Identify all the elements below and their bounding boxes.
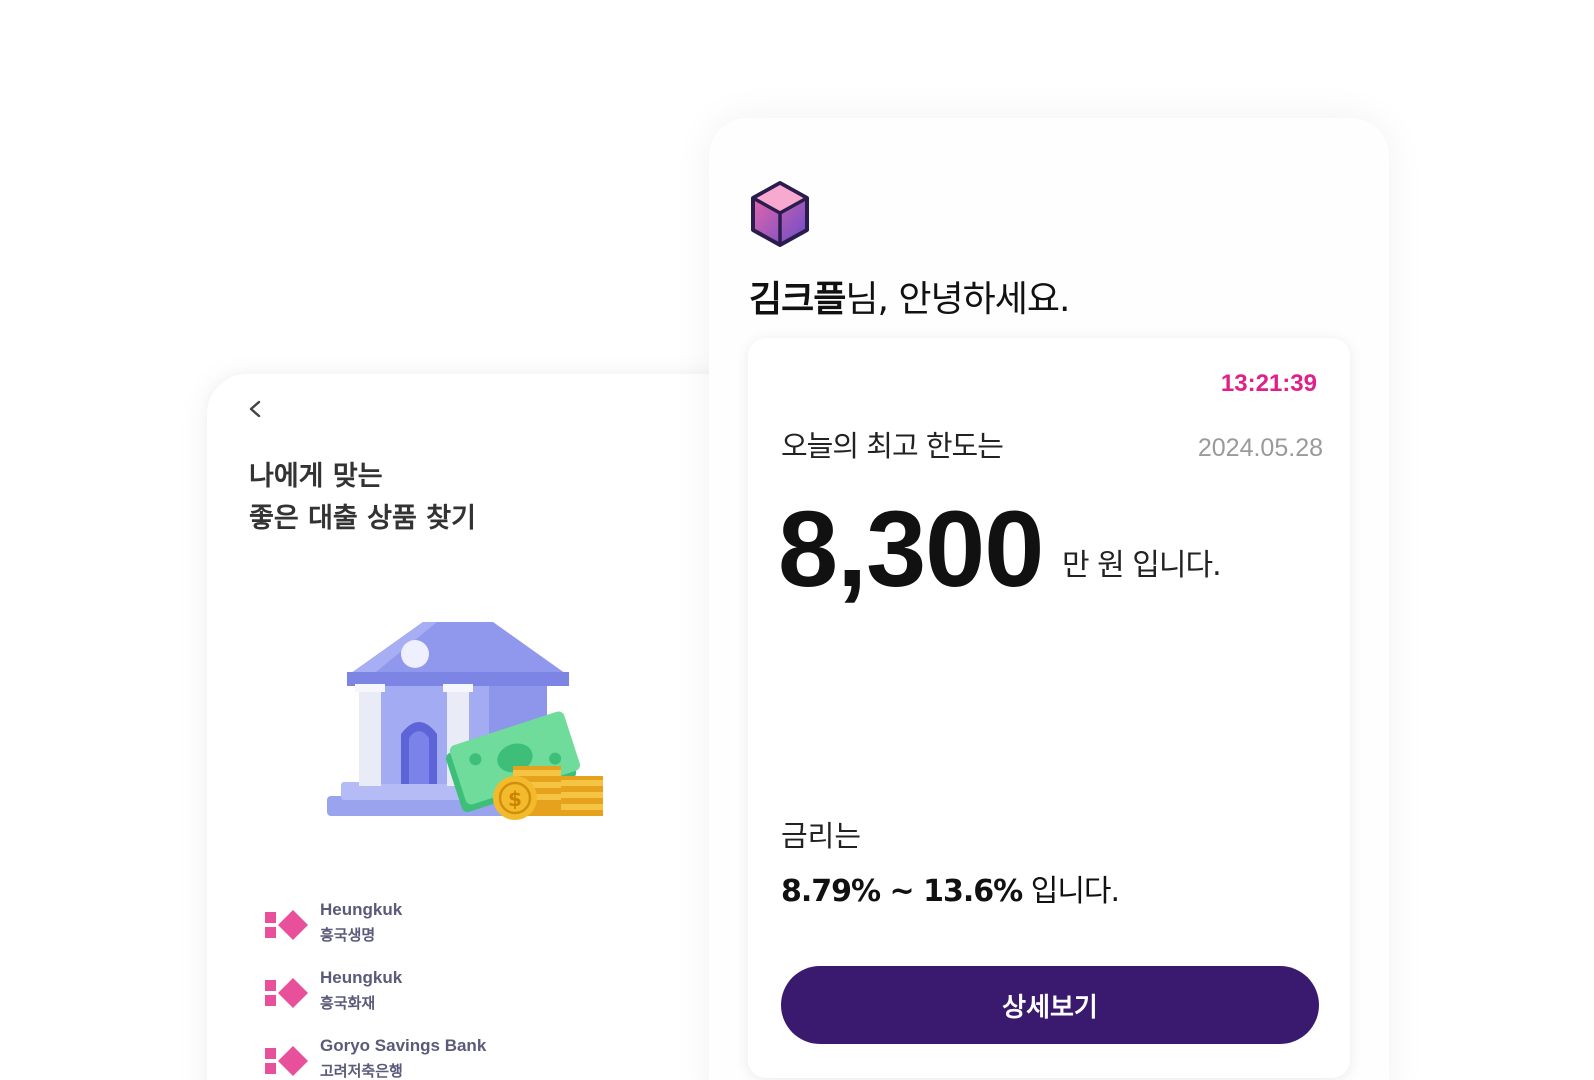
chevron-left-icon[interactable] bbox=[244, 394, 266, 424]
lender-name-en: Goryo Savings Bank bbox=[320, 1036, 487, 1055]
lender-name-en: Heungkuk bbox=[320, 900, 403, 919]
cube-logo-icon bbox=[751, 181, 809, 247]
greeting: 김크플님, 안녕하세요. bbox=[749, 270, 1070, 322]
limit-amount: 8,300 bbox=[778, 488, 1044, 609]
rate-range: 8.79% ~ 13.6% bbox=[781, 874, 1023, 909]
lender-name-kr: 고려저축은행 bbox=[320, 1062, 403, 1080]
screen-title-line1: 나에게 맞는 bbox=[249, 461, 383, 492]
detail-button[interactable]: 상세보기 bbox=[781, 966, 1319, 1044]
loan-limit-card: 13:21:39 오늘의 최고 한도는 2024.05.28 8,300 만 원… bbox=[748, 338, 1350, 1078]
amount-suffix: 만 원 입니다. bbox=[1062, 548, 1222, 583]
lender-name-en: Heungkuk bbox=[320, 968, 403, 987]
clock: 13:21:39 bbox=[1220, 370, 1317, 397]
rate-label: 금리는 bbox=[781, 819, 862, 853]
user-name: 김크플 bbox=[749, 279, 846, 320]
heungkuk-logo-icon bbox=[265, 910, 308, 940]
svg-text:$: $ bbox=[508, 787, 522, 811]
stage: 나에게 맞는 좋은 대출 상품 찾기 $ Heungkuk 흥국생명 Heung… bbox=[0, 0, 1594, 1080]
rate-suffix: 입니다. bbox=[1022, 874, 1120, 909]
lender-name-kr: 흥국생명 bbox=[320, 926, 376, 944]
bank-building-illustration: $ bbox=[327, 622, 603, 820]
date: 2024.05.28 bbox=[1197, 434, 1323, 462]
goryo-logo-icon bbox=[265, 1046, 308, 1076]
screen-title-line2: 좋은 대출 상품 찾기 bbox=[249, 503, 476, 534]
greeting-suffix: 님, 안녕하세요. bbox=[845, 279, 1070, 320]
limit-label: 오늘의 최고 한도는 bbox=[781, 429, 1004, 463]
lender-name-kr: 흥국화재 bbox=[320, 994, 376, 1012]
rate-line: 8.79% ~ 13.6% 입니다. bbox=[781, 866, 1120, 910]
screen-title: 나에게 맞는 좋은 대출 상품 찾기 bbox=[249, 456, 476, 540]
heungkuk-logo-icon bbox=[265, 978, 308, 1008]
loan-search-screen: 나에게 맞는 좋은 대출 상품 찾기 $ Heungkuk 흥국생명 Heung… bbox=[207, 374, 767, 1080]
loan-limit-screen: 김크플님, 안녕하세요. 13:21:39 오늘의 최고 한도는 2024.05… bbox=[709, 118, 1389, 1080]
